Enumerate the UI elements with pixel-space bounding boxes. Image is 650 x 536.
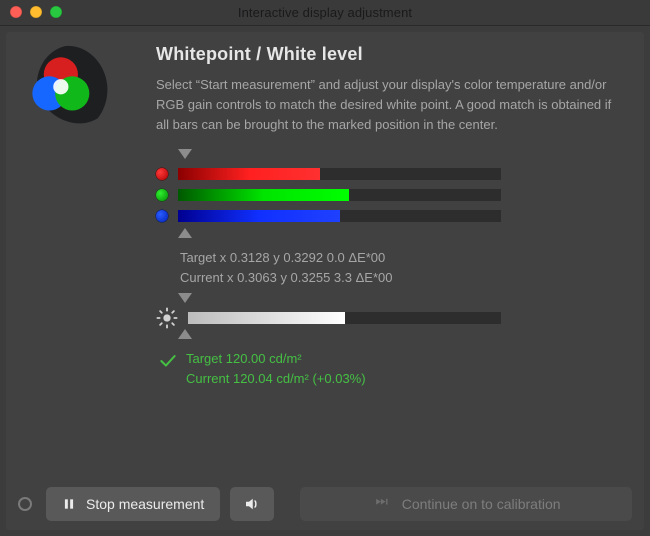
window-title: Interactive display adjustment xyxy=(0,5,650,20)
r-bar-fill xyxy=(178,168,320,180)
luminance-target-line: Target 120.00 cd/m² xyxy=(186,349,366,369)
r-bar xyxy=(178,168,501,180)
page-title: Whitepoint / White level xyxy=(156,44,622,65)
brightness-icon xyxy=(156,307,178,329)
stop-button-label: Stop measurement xyxy=(86,496,204,512)
lum-marker-bottom xyxy=(178,329,483,341)
g-bar-fill xyxy=(178,189,349,201)
luminance-status: Target 120.00 cd/m² Current 120.04 cd/m²… xyxy=(158,349,622,388)
rgb-meters xyxy=(156,149,501,240)
whitepoint-readout: Target x 0.3128 y 0.3292 0.0 ΔE*00 Curre… xyxy=(180,248,622,287)
luminance-bar xyxy=(188,312,501,324)
center-marker-top xyxy=(178,149,483,161)
zoom-icon[interactable] xyxy=(50,6,62,18)
lum-marker-top xyxy=(178,293,483,305)
r-meter xyxy=(156,165,501,182)
description-text: Select “Start measurement” and adjust yo… xyxy=(156,75,622,135)
g-meter xyxy=(156,186,501,203)
stop-measurement-button[interactable]: Stop measurement xyxy=(46,487,220,521)
pause-icon xyxy=(62,497,76,511)
app-window: Interactive display adjustment Whitepoin… xyxy=(0,0,650,536)
center-marker-bottom xyxy=(178,228,483,240)
bottom-bar: Stop measurement xyxy=(6,478,644,530)
skip-forward-icon xyxy=(372,497,392,511)
b-bar-fill xyxy=(178,210,340,222)
check-icon xyxy=(158,351,176,369)
continue-button: Continue on to calibration xyxy=(300,487,632,521)
window-controls xyxy=(10,6,62,18)
minimize-icon[interactable] xyxy=(30,6,42,18)
blue-dot-icon xyxy=(156,210,168,222)
b-meter xyxy=(156,207,501,224)
whitepoint-target-line: Target x 0.3128 y 0.3292 0.0 ΔE*00 xyxy=(180,248,622,268)
sound-button[interactable] xyxy=(230,487,274,521)
rgb-venn-icon xyxy=(20,44,115,139)
window-body: Whitepoint / White level Select “Start m… xyxy=(6,32,644,530)
b-bar xyxy=(178,210,501,222)
close-icon[interactable] xyxy=(10,6,22,18)
red-dot-icon xyxy=(156,168,168,180)
luminance-meter-block xyxy=(156,293,501,341)
g-bar xyxy=(178,189,501,201)
titlebar: Interactive display adjustment xyxy=(0,0,650,26)
status-indicator-icon xyxy=(18,497,32,511)
whitepoint-current-line: Current x 0.3063 y 0.3255 3.3 ΔE*00 xyxy=(180,268,622,288)
green-dot-icon xyxy=(156,189,168,201)
speaker-icon xyxy=(243,495,261,513)
main-content: Whitepoint / White level Select “Start m… xyxy=(156,44,622,470)
luminance-bar-fill xyxy=(188,312,345,324)
luminance-current-line: Current 120.04 cd/m² (+0.03%) xyxy=(186,369,366,389)
continue-button-label: Continue on to calibration xyxy=(402,496,561,512)
